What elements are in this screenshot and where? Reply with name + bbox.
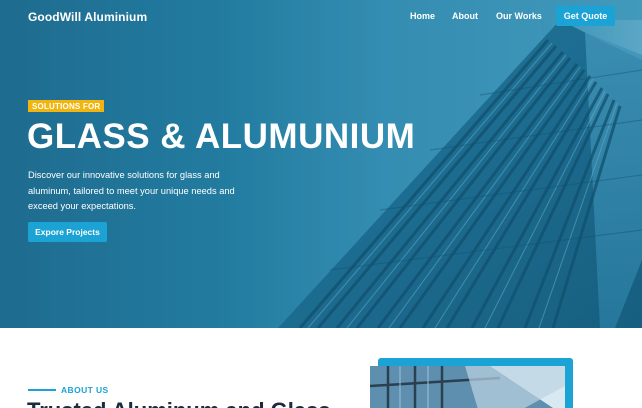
about-image bbox=[370, 366, 565, 408]
get-quote-button[interactable]: Get Quote bbox=[556, 6, 615, 26]
about-heading: Trusted Aluminum and Glass bbox=[27, 398, 331, 408]
brand-logo-text[interactable]: GoodWill Aluminium bbox=[28, 10, 147, 24]
hero-title: GLASS & ALUMUNIUM bbox=[27, 117, 416, 156]
building-image bbox=[0, 0, 642, 328]
about-label-line bbox=[28, 389, 56, 391]
explore-projects-button[interactable]: Expore Projects bbox=[28, 222, 107, 242]
hero-section: GoodWill Aluminium Home About Our Works … bbox=[0, 0, 642, 328]
nav-link-our-works[interactable]: Our Works bbox=[496, 11, 542, 21]
about-label: ABOUT US bbox=[61, 385, 109, 395]
nav-link-about[interactable]: About bbox=[452, 11, 478, 21]
hero-badge: SOLUTIONS FOR bbox=[28, 100, 105, 112]
glass-building-photo bbox=[370, 366, 565, 408]
hero-description: Discover our innovative solutions for gl… bbox=[28, 170, 235, 211]
nav-link-home[interactable]: Home bbox=[410, 11, 435, 21]
